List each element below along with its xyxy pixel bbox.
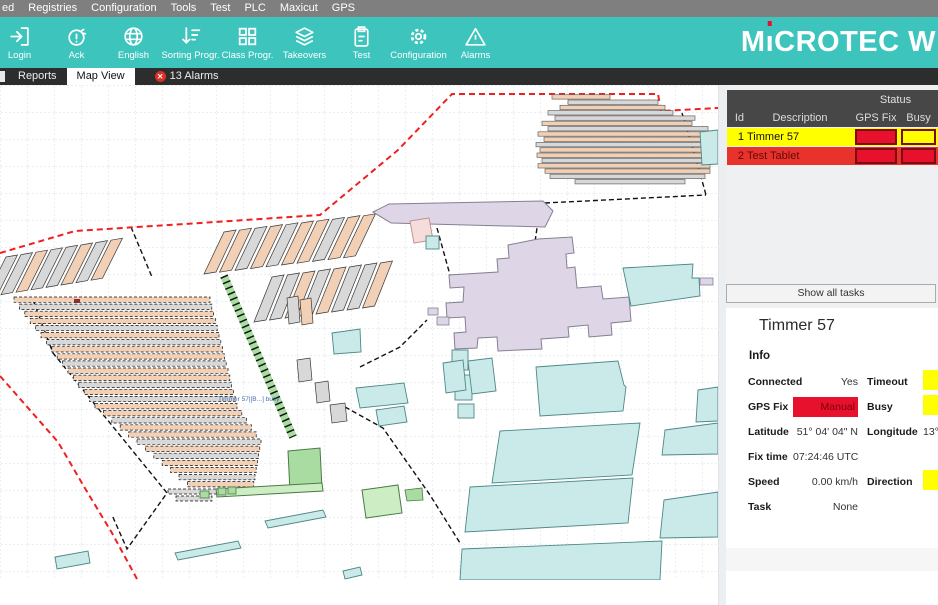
alarms-label: Alarms xyxy=(461,50,491,61)
menu-item-registries[interactable]: Registries xyxy=(28,0,77,17)
menu-item-maxicut[interactable]: Maxicut xyxy=(280,0,318,17)
status-group-label: Status xyxy=(853,90,938,110)
column-header-description[interactable]: Description xyxy=(747,110,853,127)
class-programs-label: Class Progr. xyxy=(222,50,274,61)
test-label: Test xyxy=(353,50,370,61)
warning-triangle-icon xyxy=(463,24,488,49)
login-label: Login xyxy=(8,50,31,61)
direction-status-box xyxy=(923,470,938,490)
globe-icon xyxy=(121,24,146,49)
tab-alarms[interactable]: ✕ 13 Alarms xyxy=(145,68,229,85)
toolbar: Login Ack English Sorting Progr. Class P… xyxy=(0,17,938,68)
brand-logo: MıCROTEC W xyxy=(741,17,938,68)
vehicle-map-label[interactable]: Timmer 57|[B...] busy xyxy=(218,396,280,403)
timeout-status-box xyxy=(923,370,938,390)
empty-row-band xyxy=(726,548,938,571)
info-fields: Connected Yes Timeout GPS Fix Manual Bus… xyxy=(726,370,938,520)
speed-value: 0.00 km/h xyxy=(793,476,858,488)
connected-value: Yes xyxy=(793,376,858,388)
field-row-latitude: Latitude 51° 04' 04" N Longitude 13° xyxy=(726,420,938,443)
menu-item-gps[interactable]: GPS xyxy=(332,0,355,17)
application-window: ed Registries Configuration Tools Test P… xyxy=(0,0,938,605)
right-panel: Status Id Description GPS Fix Busy 1 Tim… xyxy=(726,85,938,605)
grid-icon xyxy=(235,24,260,49)
alarm-error-icon: ✕ xyxy=(155,71,166,82)
tab-reports[interactable]: Reports xyxy=(8,68,67,85)
busy-status-cell xyxy=(901,129,936,145)
table-row[interactable]: 1 Timmer 57 xyxy=(727,128,938,146)
field-row-task: Task None xyxy=(726,495,938,518)
menu-item-plc[interactable]: PLC xyxy=(244,0,265,17)
language-label: English xyxy=(118,50,149,61)
sorting-programs-button[interactable]: Sorting Progr. xyxy=(162,24,219,61)
tab-map-view[interactable]: Map View xyxy=(67,68,135,85)
clipped-tab-icon xyxy=(0,71,5,82)
logo-i-dot xyxy=(768,21,773,26)
login-icon xyxy=(7,24,32,49)
menu-item-tools[interactable]: Tools xyxy=(171,0,197,17)
configuration-label: Configuration xyxy=(390,50,447,61)
show-all-tasks-button[interactable]: Show all tasks xyxy=(726,284,936,303)
class-programs-button[interactable]: Class Progr. xyxy=(219,24,276,61)
field-row-fix-time: Fix time 07:24:46 UTC xyxy=(726,445,938,468)
row-description: Timmer 57 xyxy=(747,128,853,146)
alarms-button[interactable]: Alarms xyxy=(447,24,504,61)
busy-status-box xyxy=(923,395,938,415)
map-view: Timmer 57|[B...] busy xyxy=(0,85,718,580)
longitude-value: 13° xyxy=(922,426,938,438)
table-header-row: Id Description GPS Fix Busy xyxy=(727,110,938,127)
clipboard-icon xyxy=(349,24,374,49)
menu-bar: ed Registries Configuration Tools Test P… xyxy=(0,0,938,17)
gear-icon xyxy=(406,24,431,49)
field-row-connected: Connected Yes Timeout xyxy=(726,370,938,393)
device-detail-card: Timmer 57 Info Connected Yes Timeout GPS… xyxy=(726,308,938,605)
fix-time-value: 07:24:46 UTC xyxy=(793,451,858,463)
device-table: Status Id Description GPS Fix Busy 1 Tim… xyxy=(727,90,938,165)
column-header-id[interactable]: Id xyxy=(727,110,747,127)
takeovers-button[interactable]: Takeovers xyxy=(276,24,333,61)
column-header-busy[interactable]: Busy xyxy=(899,110,938,127)
busy-status-cell xyxy=(901,148,936,164)
gps-fix-status-cell xyxy=(855,148,897,164)
ack-label: Ack xyxy=(69,50,85,61)
gps-fix-status-cell xyxy=(855,129,897,145)
configuration-button[interactable]: Configuration xyxy=(390,24,447,61)
layers-icon xyxy=(292,24,317,49)
info-section-label: Info xyxy=(749,350,770,362)
gps-fix-value: Manual xyxy=(793,397,858,417)
test-button[interactable]: Test xyxy=(333,24,390,61)
yard-map[interactable]: Timmer 57|[B...] busy xyxy=(0,85,718,580)
latitude-value: 51° 04' 04" N xyxy=(793,426,858,438)
row-id: 1 xyxy=(727,128,747,146)
table-group-header: Status xyxy=(727,90,938,110)
field-row-speed: Speed 0.00 km/h Direction xyxy=(726,470,938,493)
tab-bar: Reports Map View ✕ 13 Alarms xyxy=(0,68,938,85)
login-button[interactable]: Login xyxy=(0,24,48,61)
column-header-gps-fix[interactable]: GPS Fix xyxy=(853,110,899,127)
takeovers-label: Takeovers xyxy=(283,50,326,61)
detail-title: Timmer 57 xyxy=(759,317,835,335)
menu-item-configuration[interactable]: Configuration xyxy=(91,0,156,17)
task-value: None xyxy=(793,501,858,513)
sorting-programs-label: Sorting Progr. xyxy=(161,50,219,61)
row-id: 2 xyxy=(727,147,747,165)
sort-descending-icon xyxy=(178,24,203,49)
table-row[interactable]: 2 Test Tablet xyxy=(727,147,938,165)
ack-button[interactable]: Ack xyxy=(48,24,105,61)
panel-divider xyxy=(718,85,726,605)
row-description: Test Tablet xyxy=(747,147,853,165)
language-button[interactable]: English xyxy=(105,24,162,61)
ack-icon xyxy=(64,24,89,49)
field-row-gps-fix: GPS Fix Manual Busy xyxy=(726,395,938,418)
menu-item-ed[interactable]: ed xyxy=(2,0,14,17)
menu-item-test[interactable]: Test xyxy=(210,0,230,17)
